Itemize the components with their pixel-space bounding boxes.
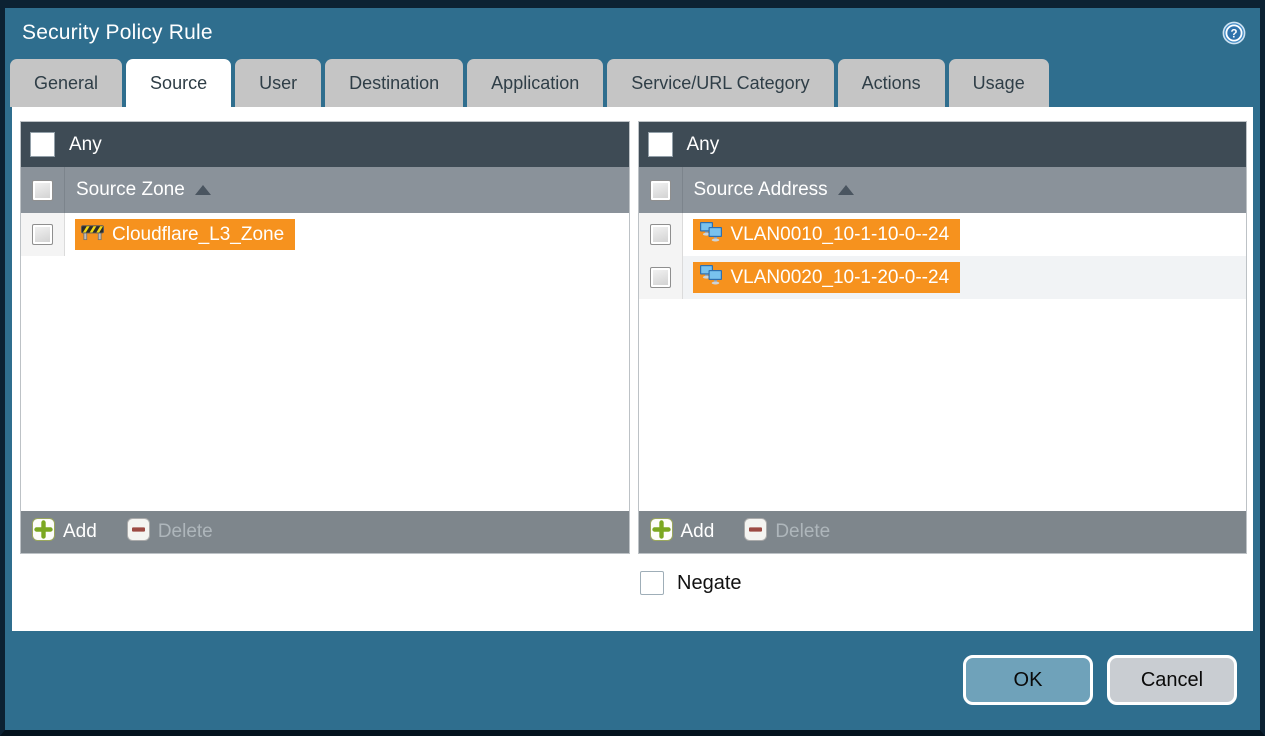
source-zone-delete-button[interactable]: Delete bbox=[126, 518, 213, 546]
tab-actions[interactable]: Actions bbox=[837, 59, 945, 107]
address-row-label: VLAN0020_10-1-20-0--24 bbox=[730, 266, 950, 288]
source-address-select-all-checkbox[interactable] bbox=[649, 179, 671, 201]
address-row-checkbox[interactable] bbox=[649, 224, 671, 245]
sort-ascending-icon bbox=[194, 185, 211, 195]
network-icon bbox=[699, 264, 723, 291]
add-label: Add bbox=[680, 521, 715, 542]
negate-label: Negate bbox=[677, 571, 742, 594]
source-address-any-bar: Any bbox=[638, 122, 1246, 167]
source-address-delete-button[interactable]: Delete bbox=[744, 518, 830, 546]
source-zone-add-button[interactable]: Add bbox=[32, 518, 97, 546]
dialog-footer: OK Cancel bbox=[5, 631, 1260, 705]
plus-icon bbox=[32, 518, 55, 546]
network-icon bbox=[699, 221, 723, 248]
zone-row-checkbox[interactable] bbox=[32, 224, 53, 245]
source-zone-select-all-checkbox[interactable] bbox=[32, 179, 53, 201]
address-row[interactable]: VLAN0010_10-1-10-0--24 bbox=[638, 213, 1247, 256]
zone-icon bbox=[81, 222, 104, 247]
negate-option: Negate bbox=[640, 571, 1247, 595]
source-zone-list: Cloudflare_L3_Zone bbox=[21, 213, 629, 511]
zone-row[interactable]: Cloudflare_L3_Zone bbox=[21, 213, 629, 256]
source-zone-panel: Any Source Zone Cloudflare_L3_Zone Add D… bbox=[20, 121, 630, 554]
tab-usage[interactable]: Usage bbox=[948, 59, 1049, 107]
source-address-column-header[interactable]: Source Address bbox=[638, 167, 1246, 213]
cancel-button[interactable]: Cancel bbox=[1107, 655, 1237, 705]
source-zone-any-checkbox[interactable] bbox=[30, 132, 55, 157]
help-icon[interactable]: ? bbox=[1222, 21, 1246, 45]
ok-button[interactable]: OK bbox=[963, 655, 1093, 705]
source-address-any-label: Any bbox=[686, 133, 720, 155]
tab-source[interactable]: Source bbox=[126, 59, 232, 107]
source-zone-toolbar: Add Delete bbox=[21, 511, 629, 553]
security-policy-rule-dialog: Security Policy Rule ? General Source Us… bbox=[0, 0, 1265, 736]
tab-application[interactable]: Application bbox=[467, 59, 604, 107]
svg-text:?: ? bbox=[1230, 28, 1237, 40]
address-entry-chip[interactable]: VLAN0010_10-1-10-0--24 bbox=[692, 219, 961, 250]
minus-icon bbox=[126, 518, 150, 546]
delete-label: Delete bbox=[157, 521, 213, 542]
source-address-add-button[interactable]: Add bbox=[649, 518, 715, 546]
source-zone-any-bar: Any bbox=[21, 122, 629, 167]
title-bar: Security Policy Rule bbox=[5, 8, 1260, 58]
tab-content-source: Any Source Zone Cloudflare_L3_Zone Add D… bbox=[12, 107, 1253, 631]
address-row-checkbox[interactable] bbox=[649, 267, 671, 288]
minus-icon bbox=[744, 518, 768, 546]
source-address-panel: Any Source Address VLAN0010_10-1-10-0--2… bbox=[637, 121, 1247, 554]
tab-service-url-category[interactable]: Service/URL Category bbox=[607, 59, 834, 107]
tab-user[interactable]: User bbox=[235, 59, 322, 107]
address-entry-chip[interactable]: VLAN0020_10-1-20-0--24 bbox=[692, 262, 961, 293]
tab-general[interactable]: General bbox=[10, 59, 123, 107]
zone-row-label: Cloudflare_L3_Zone bbox=[112, 223, 285, 245]
sort-ascending-icon bbox=[837, 185, 854, 195]
source-address-list: VLAN0010_10-1-10-0--24 VLAN0020_10-1-20-… bbox=[638, 213, 1247, 511]
source-zone-column-header[interactable]: Source Zone bbox=[21, 167, 629, 213]
delete-label: Delete bbox=[775, 521, 831, 542]
source-address-toolbar: Add Delete bbox=[638, 511, 1246, 553]
zone-entry-chip[interactable]: Cloudflare_L3_Zone bbox=[75, 219, 296, 250]
address-row-label: VLAN0010_10-1-10-0--24 bbox=[730, 223, 950, 245]
source-zone-header-label: Source Zone bbox=[76, 179, 185, 200]
dialog-title: Security Policy Rule bbox=[22, 21, 213, 44]
source-address-any-checkbox[interactable] bbox=[647, 132, 673, 157]
plus-icon bbox=[649, 518, 673, 546]
tab-bar: General Source User Destination Applicat… bbox=[5, 58, 1260, 107]
address-row[interactable]: VLAN0020_10-1-20-0--24 bbox=[638, 256, 1246, 299]
source-zone-any-label: Any bbox=[69, 133, 102, 155]
negate-checkbox[interactable] bbox=[640, 571, 664, 595]
add-label: Add bbox=[63, 521, 97, 542]
source-address-header-label: Source Address bbox=[693, 179, 828, 200]
tab-destination[interactable]: Destination bbox=[325, 59, 464, 107]
